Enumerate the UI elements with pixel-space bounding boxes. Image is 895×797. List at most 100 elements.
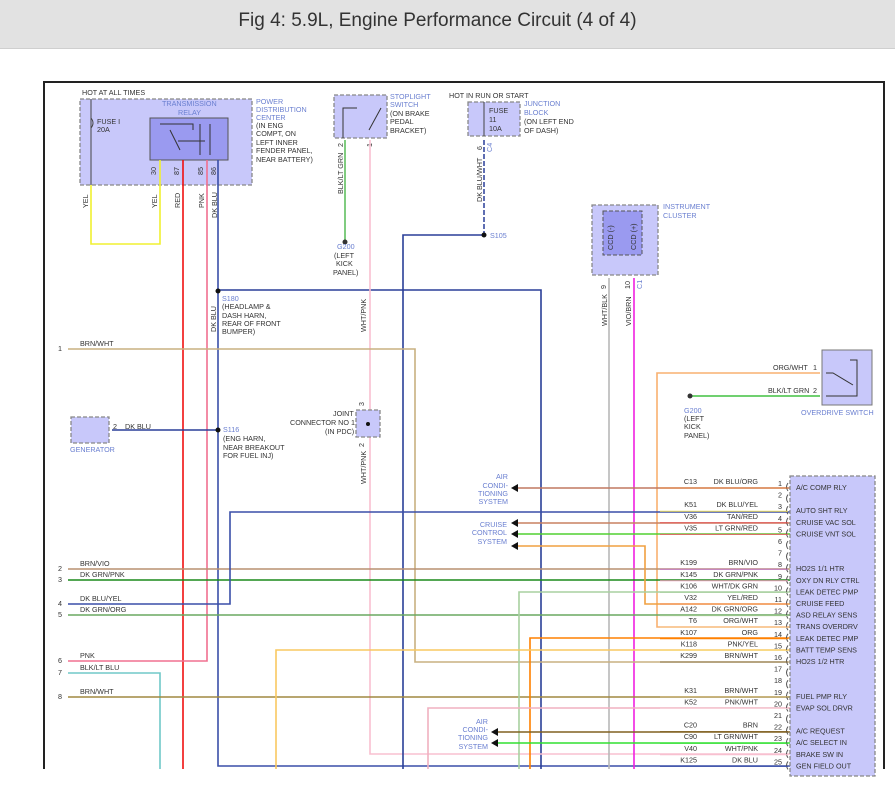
left-pin-number: 1 (58, 344, 62, 353)
wire-label: VIO/BRN (624, 296, 633, 326)
pin-function: FUEL PMP RLY (796, 692, 847, 701)
wire-color-label: PNK/WHT (725, 697, 759, 706)
pin-function: LEAK DETEC PMP (796, 634, 859, 643)
pin-label: 1 (813, 363, 817, 372)
relay-label: RELAY (178, 108, 201, 117)
wire-label: DK BLU (209, 306, 218, 332)
pin-label: 2 (813, 386, 817, 395)
wire-color-label: TAN/RED (727, 512, 758, 521)
wire-label: WHT/PNK (359, 299, 368, 332)
pin-number: 5 (778, 525, 782, 534)
svg-text:NEAR BATTERY): NEAR BATTERY) (256, 155, 313, 164)
fuse-rating: 20A (97, 125, 110, 134)
splice-s180 (215, 288, 221, 294)
pcm-pin-17: 17 (774, 665, 789, 677)
svg-text:BRACKET): BRACKET) (390, 126, 426, 135)
pin-socket-icon (786, 540, 789, 550)
svg-text:TIONING: TIONING (458, 733, 488, 742)
svg-text:OF DASH): OF DASH) (524, 126, 558, 135)
pin-number: 13 (774, 618, 782, 627)
s116-label: S116(ENG HARN, NEAR BREAKOUTFOR FUEL INJ… (223, 425, 285, 460)
pin-85: 85 (196, 167, 205, 175)
svg-text:(ENG HARN,: (ENG HARN, (223, 434, 265, 443)
pin-function: A/C SELECT IN (796, 738, 847, 747)
ccd-minus-label: CCD (-) (606, 225, 615, 250)
s180-label: S180(HEADLAMP & DASH HARN,REAR OF FRONTB… (222, 294, 281, 336)
svg-text:(HEADLAMP &: (HEADLAMP & (222, 302, 271, 311)
pin-number: 23 (774, 734, 782, 743)
fuse-rating: 10A (489, 124, 502, 133)
arrow-icon (511, 484, 518, 492)
pin-number: 6 (778, 537, 782, 546)
pcm-pin-2: 2 (778, 491, 789, 503)
joint-label: JOINT (333, 409, 354, 418)
circuit-id: K199 (680, 558, 697, 567)
pin-function: EVAP SOL DRVR (796, 703, 853, 712)
pin-function: HO2S 1/1 HTR (796, 564, 844, 573)
ac-system-label: AIRCONDI- TIONINGSYSTEM (478, 472, 509, 506)
svg-text:(ON LEFT END: (ON LEFT END (524, 117, 574, 126)
left-wire-label: BRN/WHT (80, 339, 114, 348)
circuit-id: K106 (680, 581, 697, 590)
svg-text:BLOCK: BLOCK (524, 108, 549, 117)
wiring-diagram: HOT AT ALL TIMES TRANSMISSION RELAY FUSE… (43, 81, 885, 777)
left-wire-label: BRN/WHT (80, 687, 114, 696)
circuit-id: C20 (684, 721, 697, 730)
wire-color-label: WHT/PNK (725, 744, 758, 753)
wire-color-label: DK BLU/YEL (716, 500, 758, 509)
arrow-icon (491, 739, 498, 747)
pin-socket-icon (786, 656, 789, 666)
hot-in-run-label: HOT IN RUN OR START (449, 91, 529, 100)
wire-dk-blu (217, 160, 790, 767)
ground-g200-label: G200(LEFT KICKPANEL) (684, 406, 709, 440)
pin-number: 1 (778, 479, 782, 488)
wire-color-label: DK BLU/ORG (714, 477, 759, 486)
fuse-label: FUSE (489, 106, 508, 115)
pin-function: OXY DN RLY CTRL (796, 576, 860, 585)
cluster-label: INSTRUMENT (663, 202, 711, 211)
wire-label: BLK/LT GRN (336, 153, 345, 194)
pin-function: TRANS OVERDRV (796, 622, 858, 631)
left-wire-label: BRN/VIO (80, 559, 110, 568)
wire-color-label: LT GRN/WHT (714, 732, 759, 741)
pin-number: 8 (778, 560, 782, 569)
svg-text:BUMPER): BUMPER) (222, 327, 255, 336)
circuit-id: K107 (680, 628, 697, 637)
svg-text:KICK: KICK (336, 259, 353, 268)
pdc-name: POWERDISTRIBUTION CENTER(IN ENG COMPT, O… (256, 97, 313, 164)
pin-socket-icon (786, 552, 789, 561)
pin-number: 19 (774, 688, 782, 697)
pin-socket-icon (786, 691, 789, 701)
pin-function: CRUISE FEED (796, 599, 844, 608)
wire-label: ORG/WHT (773, 363, 808, 372)
left-pin-number: 5 (58, 610, 62, 619)
pin-label: 6 (475, 146, 484, 150)
pin-function: A/C COMP RLY (796, 483, 847, 492)
pin-socket-icon (786, 482, 789, 492)
cluster-label: CLUSTER (663, 211, 697, 220)
joint-label: CONNECTOR NO 1 (290, 418, 355, 427)
svg-text:COMPT, ON: COMPT, ON (256, 129, 296, 138)
circuit-id: C13 (684, 477, 697, 486)
pin-86: 86 (209, 167, 218, 175)
wire-label: DK BLU/WHT (475, 157, 484, 202)
arrow-icon (511, 542, 518, 550)
pin-label: 10 (623, 281, 632, 289)
arrow-icon (491, 728, 498, 736)
pin-function: LEAK DETEC PMP (796, 587, 859, 596)
pin-function: GEN FIELD OUT (796, 761, 852, 770)
wire-label: RED (173, 193, 182, 208)
pin-function: A/C REQUEST (796, 727, 845, 736)
svg-text:KICK: KICK (684, 422, 701, 431)
circuit-id: C90 (684, 732, 697, 741)
wire-label: BLK/LT GRN (768, 386, 809, 395)
pin-socket-icon (786, 668, 789, 677)
pin-socket-icon (786, 494, 789, 503)
wire-pcm-15 (275, 649, 790, 769)
pin-function: ASD RELAY SENS (796, 611, 857, 620)
pin-30: 30 (149, 167, 158, 175)
left-wire-label: DK BLU/YEL (80, 594, 122, 603)
overdrive-switch-label: OVERDRIVE SWITCH (801, 408, 874, 417)
wire-pnk (68, 160, 208, 662)
svg-text:AIR: AIR (496, 472, 508, 481)
